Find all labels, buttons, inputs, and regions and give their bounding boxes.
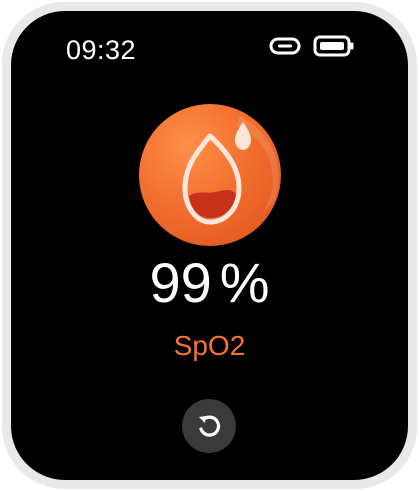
link-icon — [269, 37, 301, 55]
watch-screen: 09:32 99% SpO2 — [11, 11, 408, 480]
refresh-button[interactable] — [182, 399, 236, 453]
spo2-value: 99 — [149, 251, 212, 314]
watch-bezel: 09:32 99% SpO2 — [2, 2, 417, 489]
blood-drop-icon — [182, 116, 279, 225]
spo2-reading: 99% — [11, 251, 408, 315]
refresh-icon — [199, 415, 221, 437]
spo2-label: SpO2 — [173, 330, 246, 361]
battery-icon — [313, 35, 354, 57]
status-time: 09:32 — [66, 35, 137, 65]
spo2-app-icon[interactable] — [139, 104, 281, 246]
spo2-unit: % — [219, 251, 270, 314]
